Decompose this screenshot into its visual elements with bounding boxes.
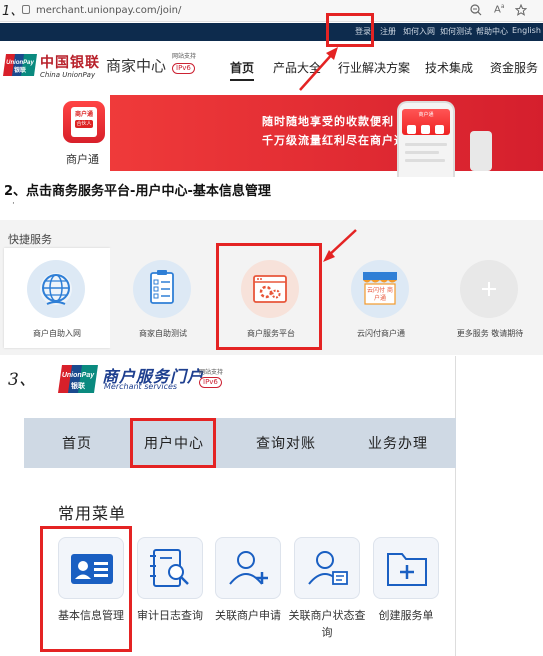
step-marker-3: 3、 <box>8 370 36 390</box>
url-text: merchant.unionpay.com/join/ <box>36 5 182 16</box>
nav-active-indicator <box>230 79 254 81</box>
portal-nav-query-reconcile[interactable]: 查询对账 <box>256 433 316 453</box>
english-link[interactable]: English <box>512 26 541 35</box>
phone-shadow <box>470 131 492 171</box>
star-icon[interactable] <box>515 4 527 16</box>
phone-mockup-icon: 商户通 <box>397 101 455 177</box>
help-center-link[interactable]: 帮助中心 <box>476 26 508 37</box>
portal-ipv6-note: 网站支持 <box>199 369 224 376</box>
app-label: 商户通 <box>66 153 99 166</box>
svg-text:UnionPay: UnionPay <box>6 60 34 66</box>
annotation-arrow-platform-icon <box>323 229 357 262</box>
quick-services-title: 快捷服务 <box>8 233 52 246</box>
read-aloud-icon[interactable]: Aa <box>494 3 505 15</box>
site-top-strip: 登录 注册 如何入网 如何测试 帮助中心 English <box>0 23 543 41</box>
annotation-box-platform <box>216 243 322 350</box>
portal-nav-home[interactable]: 首页 <box>62 433 92 453</box>
ipv6-note: 网站支持 <box>172 53 197 60</box>
common-menu-title: 常用菜单 <box>58 504 127 523</box>
step-marker-1: 1、 <box>2 4 24 19</box>
quick-service-self-join[interactable]: 商户自助入网 <box>4 248 110 348</box>
unionpay-logo-icon: UnionPay 银联 <box>3 54 37 76</box>
annotation-box-user-center <box>130 418 216 468</box>
nav-tech-integration[interactable]: 技术集成 <box>425 59 473 76</box>
menu-label: 关联商户申请 <box>215 609 281 622</box>
panel-edge <box>455 356 456 656</box>
annotation-arrow-login-icon <box>299 47 338 91</box>
site-name: 商家中心 <box>106 57 167 75</box>
globe-icon <box>27 260 85 318</box>
how-to-test-link[interactable]: 如何测试 <box>440 26 472 37</box>
portal-nav-business[interactable]: 业务办理 <box>368 433 428 453</box>
annotation-box-login <box>326 13 374 47</box>
quick-service-more[interactable]: 更多服务 敬请期待 <box>437 248 543 348</box>
storefront-icon: 云闪付 商户通 <box>351 260 409 318</box>
nav-home[interactable]: 首页 <box>230 59 254 76</box>
banner-line-2: 千万级流量红利尽在商户通 <box>262 134 406 147</box>
banner-line-1: 随时随地享受的收款便利 <box>262 115 394 128</box>
svg-text:银联: 银联 <box>71 381 86 390</box>
register-link[interactable]: 注册 <box>380 26 396 37</box>
phone-title: 商户通 <box>418 112 434 118</box>
zoom-out-icon[interactable] <box>470 4 482 16</box>
user-add-icon <box>215 537 281 599</box>
svg-text:银联: 银联 <box>14 66 26 74</box>
nav-industry-solutions[interactable]: 行业解决方案 <box>338 59 410 76</box>
brand-name-en: China UnionPay <box>40 71 96 79</box>
menu-label: 关联商户状态查询 <box>288 609 366 639</box>
merchant-app-icon: 商户通 合伙人 <box>63 101 105 143</box>
address-bar[interactable]: merchant.unionpay.com/join/ <box>22 3 322 19</box>
site-header: UnionPay 银联 中国银联 China UnionPay 商家中心 网站支… <box>0 41 543 91</box>
portal-ipv6-badge: IPv6 <box>199 377 222 388</box>
quick-service-self-test[interactable]: 商家自助测试 <box>110 248 216 348</box>
annotation-box-basic-info <box>40 526 132 652</box>
menu-label: 审计日志查询 <box>137 609 203 622</box>
how-to-join-link[interactable]: 如何入网 <box>403 26 435 37</box>
ipv6-badge: IPv6 <box>172 63 195 74</box>
folder-add-icon <box>373 537 439 599</box>
quick-service-label: 商户自助入网 <box>33 329 81 338</box>
svg-text:UnionPay: UnionPay <box>62 372 95 379</box>
brand-name-cn: 中国银联 <box>40 55 100 71</box>
checklist-icon <box>133 260 191 318</box>
portal-nav: 首页 用户中心 查询对账 业务办理 <box>24 418 456 468</box>
portal-subtitle: Merchant services <box>104 382 178 391</box>
browser-toolbar: 1、 merchant.unionpay.com/join/ Aa <box>0 0 543 22</box>
user-status-icon <box>294 537 360 599</box>
quick-service-label: 更多服务 敬请期待 <box>456 329 524 338</box>
storefront-icon-text: 云闪付 商户通 <box>367 287 393 302</box>
app-icon-badge: 合伙人 <box>75 120 93 128</box>
unionpay-logo-icon: UnionPay 银联 <box>58 365 98 393</box>
quick-service-label: 商家自助测试 <box>139 329 187 338</box>
promo-banner[interactable]: 商户通 合伙人 商户通 随时随地享受的收款便利 千万级流量红利尽在商户通 商户通 <box>0 91 543 177</box>
log-search-icon <box>137 537 203 599</box>
app-icon-title: 商户通 <box>74 111 93 118</box>
step-2-instruction: 2、点击商务服务平台-用户中心-基本信息管理 <box>4 184 271 199</box>
bullet-dot: · <box>12 199 15 209</box>
nav-fund-services[interactable]: 资金服务 <box>490 59 538 76</box>
menu-label: 创建服务单 <box>378 609 434 622</box>
lock-icon <box>22 5 30 14</box>
quick-service-label: 云闪付商户通 <box>357 329 405 338</box>
plus-icon <box>460 260 518 318</box>
